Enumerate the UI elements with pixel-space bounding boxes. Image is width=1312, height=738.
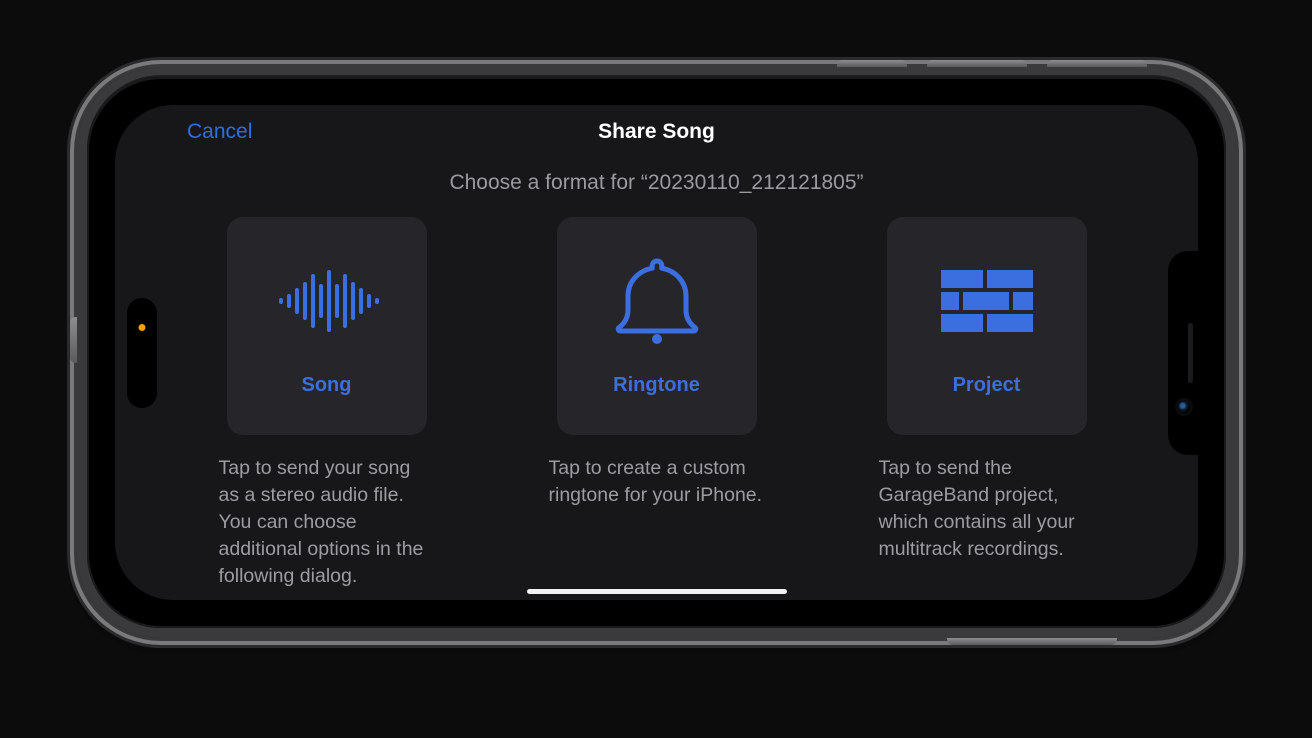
- waveform-icon: [272, 256, 382, 346]
- phone-volume-button: [1047, 60, 1147, 67]
- option-project-description: Tap to send the GarageBand project, whic…: [877, 455, 1097, 563]
- option-project[interactable]: Project: [887, 217, 1087, 435]
- phone-volume-button: [927, 60, 1027, 67]
- option-ringtone-label: Ringtone: [613, 374, 700, 397]
- phone-screen: Cancel Share Song Choose a format for “2…: [115, 105, 1198, 600]
- option-project-label: Project: [953, 374, 1021, 397]
- phone-side-button: [947, 638, 1117, 645]
- format-options-row: Song Tap to send your song as a stereo a…: [173, 217, 1140, 590]
- option-col-song: Song Tap to send your song as a stereo a…: [217, 217, 437, 590]
- bell-icon: [602, 256, 712, 346]
- phone-volume-button: [837, 60, 907, 67]
- share-song-sheet: Cancel Share Song Choose a format for “2…: [115, 105, 1198, 600]
- bricks-icon: [932, 256, 1042, 346]
- format-subtitle: Choose a format for “20230110_212121805”: [173, 171, 1140, 195]
- recording-indicator-icon: [139, 324, 146, 331]
- option-col-project: Project Tap to send the GarageBand proje…: [877, 217, 1097, 590]
- option-song-label: Song: [302, 374, 352, 397]
- page-title: Share Song: [598, 120, 715, 144]
- option-song[interactable]: Song: [227, 217, 427, 435]
- option-ringtone[interactable]: Ringtone: [557, 217, 757, 435]
- navigation-bar: Cancel Share Song: [173, 105, 1140, 163]
- phone-mute-switch: [70, 317, 77, 363]
- option-song-description: Tap to send your song as a stereo audio …: [217, 455, 437, 590]
- page-root: Cancel Share Song Choose a format for “2…: [0, 0, 1312, 738]
- option-col-ringtone: Ringtone Tap to create a custom ringtone…: [547, 217, 767, 590]
- notch: [1168, 251, 1198, 455]
- option-ringtone-description: Tap to create a custom ringtone for your…: [547, 455, 767, 509]
- front-camera-icon: [1178, 401, 1190, 413]
- phone-bezel: Cancel Share Song Choose a format for “2…: [87, 77, 1226, 628]
- home-indicator[interactable]: [527, 589, 787, 594]
- cancel-button[interactable]: Cancel: [187, 120, 252, 144]
- earpiece-icon: [1188, 323, 1193, 383]
- dynamic-island: [127, 298, 157, 408]
- phone-frame: Cancel Share Song Choose a format for “2…: [77, 67, 1236, 638]
